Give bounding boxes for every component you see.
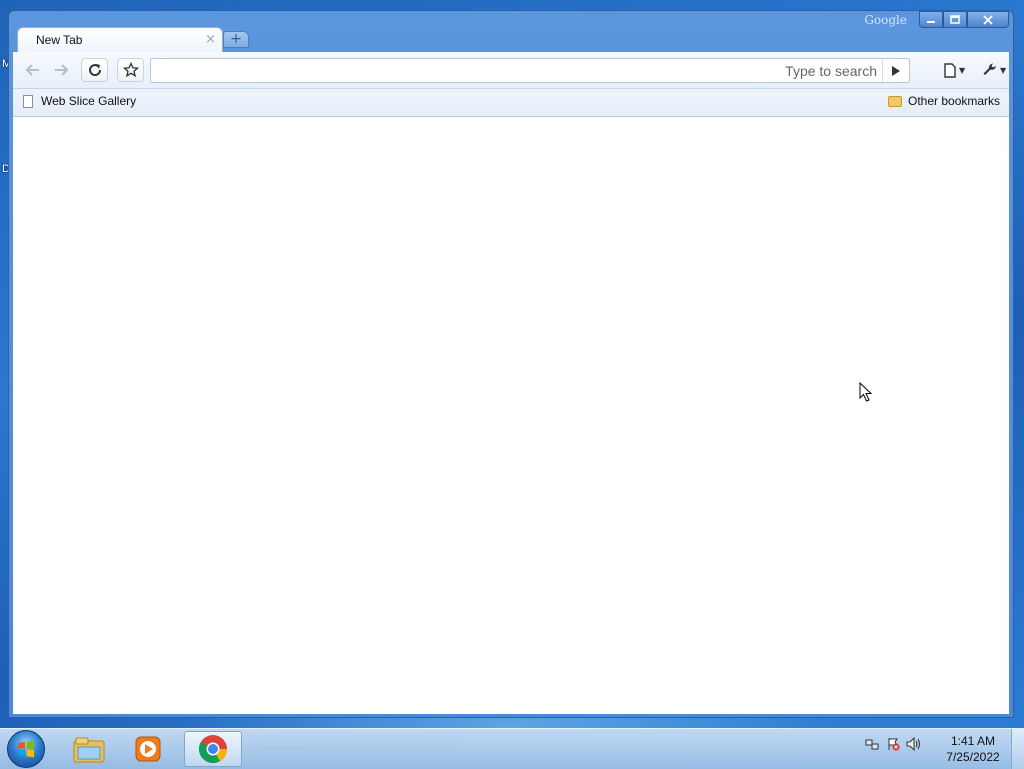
minimize-button[interactable] [919, 11, 943, 28]
system-tray [864, 736, 922, 753]
minimize-icon [927, 20, 935, 23]
navigation-toolbar: Type to search ▼ ▼ [13, 52, 1009, 89]
close-icon [983, 14, 993, 25]
taskbar-app-explorer[interactable] [60, 731, 118, 767]
windows-logo-icon [18, 740, 34, 758]
tab-close-icon[interactable]: × [205, 32, 216, 47]
taskbar-clock[interactable]: 1:41 AM 7/25/2022 [936, 733, 1010, 765]
other-bookmarks-button[interactable]: Other bookmarks [888, 94, 1000, 108]
clock-time: 1:41 AM [950, 734, 996, 748]
plus-icon: + [230, 31, 242, 47]
play-icon [892, 65, 900, 76]
back-arrow-icon [25, 64, 39, 76]
network-icon[interactable] [864, 737, 880, 753]
bookmarks-bar: Web Slice Gallery Other bookmarks [13, 89, 1009, 117]
taskbar-app-media-player[interactable] [119, 731, 177, 767]
go-button[interactable] [882, 59, 909, 82]
omnibox-search-hint: Type to search [785, 63, 877, 79]
new-tab-button[interactable]: + [223, 31, 249, 48]
other-bookmarks-label: Other bookmarks [908, 94, 1001, 108]
action-center-icon[interactable] [885, 737, 901, 753]
tab-title: New Tab [36, 33, 83, 47]
chevron-down-icon: ▼ [1000, 65, 1007, 75]
volume-icon[interactable] [906, 736, 922, 753]
page-icon [23, 94, 33, 108]
page-content-area[interactable] [13, 117, 1009, 714]
clock-date: 7/25/2022 [946, 750, 1000, 764]
folder-icon [888, 95, 902, 107]
wrench-menu-button[interactable]: ▼ [982, 58, 1006, 82]
chevron-down-icon: ▼ [959, 65, 966, 75]
forward-arrow-icon [54, 64, 68, 76]
bookmark-web-slice-gallery[interactable]: Web Slice Gallery [23, 94, 136, 108]
media-player-icon [135, 736, 161, 762]
maximize-button[interactable] [943, 11, 967, 28]
back-button[interactable] [19, 58, 46, 82]
reload-button[interactable] [81, 58, 108, 82]
wrench-icon [983, 63, 996, 75]
forward-button[interactable] [47, 58, 74, 82]
page-menu-button[interactable]: ▼ [943, 58, 965, 82]
taskbar-app-chrome[interactable] [184, 731, 242, 767]
omnibox[interactable]: Type to search [150, 58, 910, 83]
close-button[interactable] [967, 11, 1009, 28]
explorer-icon [73, 737, 105, 763]
window-brand-label: Google [864, 13, 907, 27]
bookmark-star-icon [122, 62, 139, 78]
reload-icon [88, 64, 101, 77]
chrome-icon [199, 735, 227, 763]
tab-new-tab[interactable]: New Tab × [17, 27, 223, 53]
bookmark-label: Web Slice Gallery [41, 94, 137, 108]
start-button[interactable] [7, 730, 45, 768]
show-desktop-button[interactable] [1011, 729, 1024, 769]
page-menu-icon [944, 62, 956, 78]
browser-window: Google New Tab × + Type to search ▼ ▼ We… [8, 10, 1014, 718]
address-input[interactable] [151, 59, 793, 82]
window-controls [919, 11, 1009, 28]
bookmark-star-button[interactable] [117, 58, 144, 82]
taskbar: 1:41 AM 7/25/2022 [0, 728, 1024, 769]
maximize-icon [950, 14, 960, 24]
mouse-cursor-icon [859, 382, 873, 402]
